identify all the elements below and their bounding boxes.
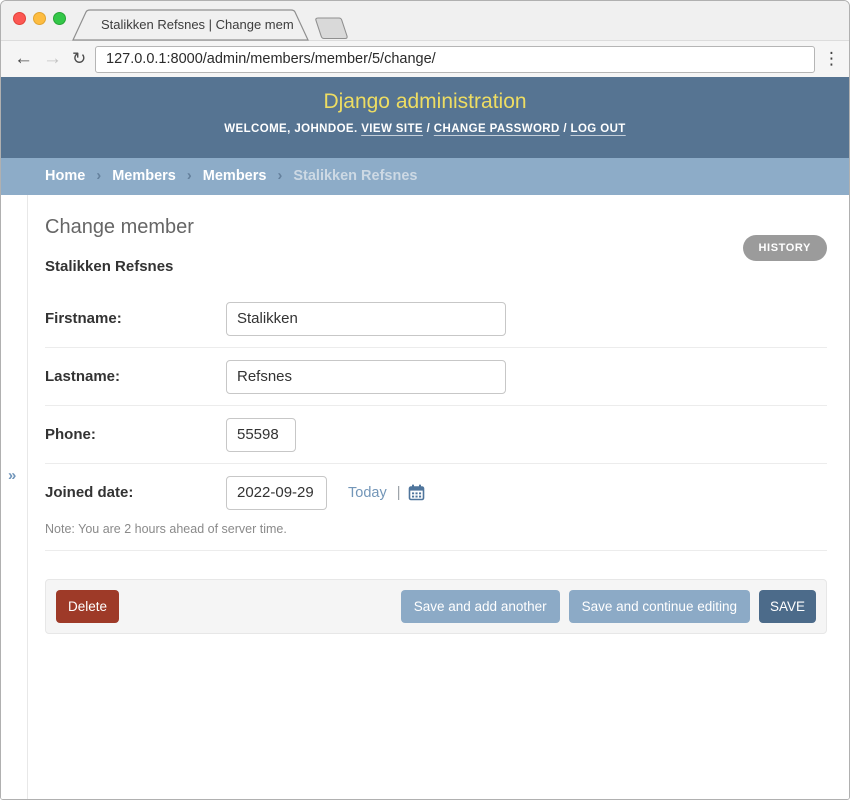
date-shortcuts: Today | xyxy=(348,484,425,501)
lastname-field[interactable] xyxy=(226,360,506,394)
log-out-link[interactable]: LOG OUT xyxy=(571,123,626,135)
maximize-window-button[interactable] xyxy=(53,12,66,25)
browser-window: Stalikken Refsnes | Change mem ← → ↻ 127… xyxy=(0,0,850,800)
link-separator: / xyxy=(563,123,567,135)
link-separator: / xyxy=(427,123,431,135)
welcome-period: . xyxy=(354,123,358,135)
welcome-text: WELCOME, xyxy=(224,123,290,135)
joined-date-label: Joined date: xyxy=(45,484,226,501)
submit-row: Delete Save and add another Save and con… xyxy=(45,579,827,634)
reload-icon[interactable]: ↻ xyxy=(72,45,86,73)
joined-date-field[interactable] xyxy=(226,476,327,510)
change-password-link[interactable]: CHANGE PASSWORD xyxy=(434,123,560,135)
timezone-note: Note: You are 2 hours ahead of server ti… xyxy=(45,521,827,550)
breadcrumb-current: Stalikken Refsnes xyxy=(293,168,417,184)
breadcrumb-separator: › xyxy=(187,168,192,184)
window-controls xyxy=(13,12,66,25)
breadcrumb-members-app-link[interactable]: Members xyxy=(112,168,176,184)
change-form: Firstname: Lastname: Phone: Joined date: xyxy=(45,290,827,634)
joined-date-controls: Joined date: Today | xyxy=(45,464,827,521)
forward-icon: → xyxy=(43,45,62,73)
firstname-label: Firstname: xyxy=(45,310,226,327)
history-button[interactable]: HISTORY xyxy=(743,235,828,261)
browser-menu-icon[interactable]: ⋮ xyxy=(823,47,840,71)
close-window-button[interactable] xyxy=(13,12,26,25)
breadcrumb: Home › Members › Members › Stalikken Ref… xyxy=(1,158,849,195)
object-name: Stalikken Refsnes xyxy=(45,258,827,275)
main-panel: Change member HISTORY Stalikken Refsnes … xyxy=(45,195,827,634)
sidebar-gutter: » xyxy=(1,195,28,800)
breadcrumb-members-model-link[interactable]: Members xyxy=(203,168,267,184)
tab-title[interactable]: Stalikken Refsnes | Change mem xyxy=(101,17,294,32)
save-button[interactable]: SAVE xyxy=(759,590,816,623)
breadcrumb-home-link[interactable]: Home xyxy=(45,168,85,184)
minimize-window-button[interactable] xyxy=(33,12,46,25)
firstname-field[interactable] xyxy=(226,302,506,336)
browser-tab-strip: Stalikken Refsnes | Change mem xyxy=(1,1,849,41)
content-area: » Change member HISTORY Stalikken Refsne… xyxy=(1,195,849,800)
shortcut-separator: | xyxy=(397,485,401,501)
sidebar-toggle-icon[interactable]: » xyxy=(8,467,16,484)
today-link[interactable]: Today xyxy=(348,485,387,501)
address-bar[interactable]: 127.0.0.1:8000/admin/members/member/5/ch… xyxy=(95,46,815,73)
lastname-label: Lastname: xyxy=(45,368,226,385)
phone-field[interactable] xyxy=(226,418,296,452)
form-row-joined-date: Joined date: Today | xyxy=(45,464,827,551)
username: JOHNDOE xyxy=(294,123,354,135)
page-title: Change member xyxy=(45,195,827,239)
save-and-add-another-button[interactable]: Save and add another xyxy=(401,590,560,623)
user-tools: WELCOME, JOHNDOE. VIEW SITE / CHANGE PAS… xyxy=(1,123,849,135)
form-row-lastname: Lastname: xyxy=(45,348,827,406)
form-row-phone: Phone: xyxy=(45,406,827,464)
view-site-link[interactable]: VIEW SITE xyxy=(361,123,423,135)
form-row-firstname: Firstname: xyxy=(45,290,827,348)
save-and-continue-button[interactable]: Save and continue editing xyxy=(569,590,750,623)
delete-button[interactable]: Delete xyxy=(56,590,119,623)
admin-header: Django administration WELCOME, JOHNDOE. … xyxy=(1,77,849,158)
back-icon[interactable]: ← xyxy=(14,45,33,73)
phone-label: Phone: xyxy=(45,426,226,443)
breadcrumb-separator: › xyxy=(277,168,282,184)
breadcrumb-separator: › xyxy=(96,168,101,184)
browser-toolbar: ← → ↻ 127.0.0.1:8000/admin/members/membe… xyxy=(1,41,849,77)
site-title[interactable]: Django administration xyxy=(1,77,849,114)
calendar-icon[interactable] xyxy=(408,484,425,501)
